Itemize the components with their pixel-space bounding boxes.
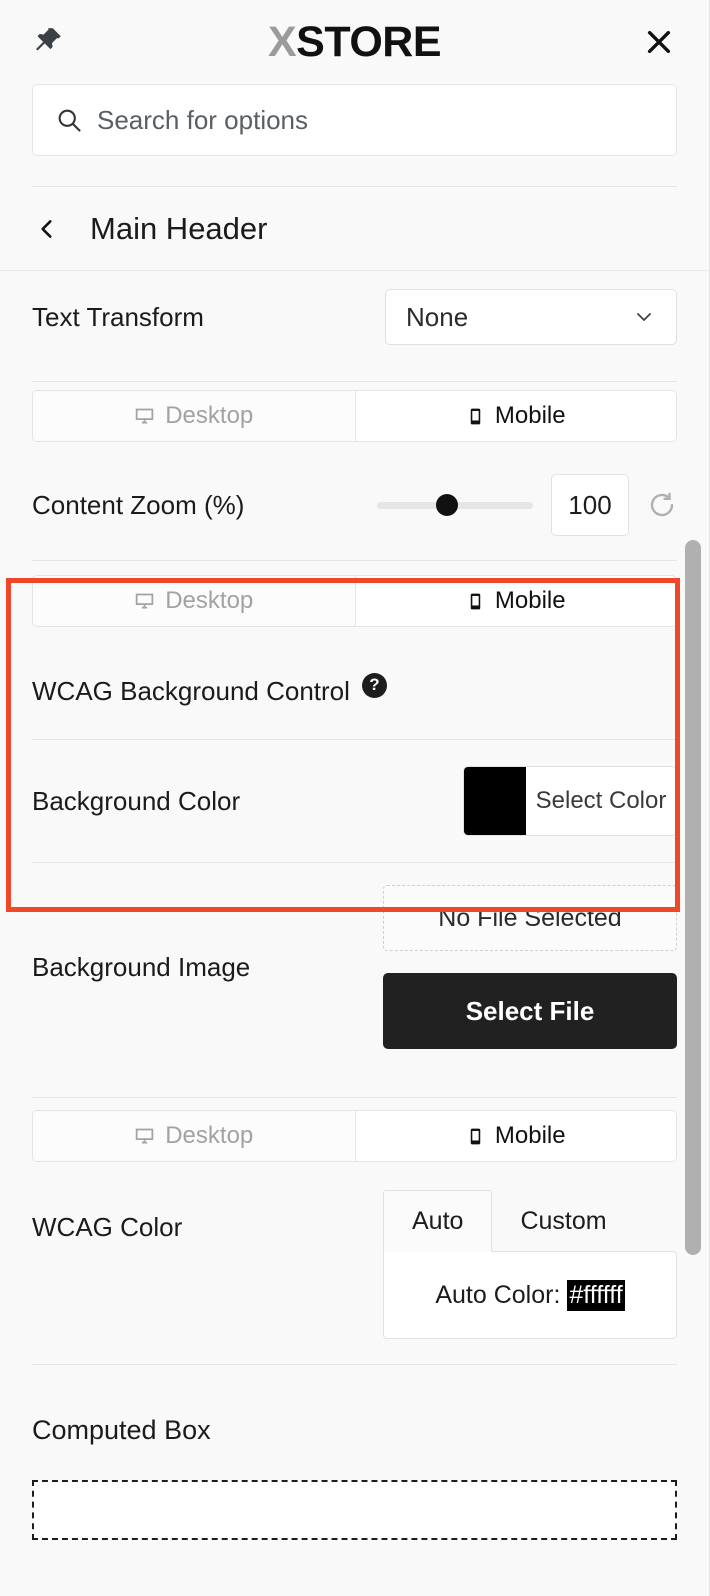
background-color-picker[interactable]: Select Color (463, 766, 677, 836)
slider-thumb[interactable] (436, 494, 459, 516)
content-zoom-control: 100 (377, 474, 677, 536)
mobile-icon (470, 593, 481, 609)
wcag-background-control-label: WCAG Background Control? (32, 672, 677, 707)
page-title: Main Header (90, 210, 268, 246)
search-area: Search for options (0, 84, 709, 187)
device-toggle-1: Desktop Mobile (32, 390, 677, 442)
pin-icon[interactable] (26, 21, 68, 63)
device-tab-desktop-label: Desktop (165, 587, 254, 614)
row-text-transform: Text Transform None (0, 271, 709, 357)
mobile-icon (470, 1128, 481, 1144)
device-toggle-3-wrap: Desktop Mobile (0, 1098, 709, 1174)
background-color-label: Background Color (32, 785, 241, 816)
scrollbar-thumb[interactable] (685, 540, 701, 1255)
brand-logo: XSTORE (0, 0, 709, 84)
device-tab-mobile[interactable]: Mobile (354, 391, 676, 441)
brand-store: STORE (296, 18, 442, 66)
chevron-down-icon (632, 305, 656, 329)
search-input[interactable]: Search for options (32, 84, 677, 156)
content-zoom-input[interactable]: 100 (551, 474, 629, 536)
device-tab-mobile-label: Mobile (494, 402, 566, 429)
wcag-color-label: WCAG Color (32, 1212, 183, 1242)
help-icon[interactable]: ? (361, 672, 387, 698)
panel-topbar: XSTORE (0, 0, 709, 84)
auto-color-prefix: Auto Color: (435, 1280, 561, 1309)
device-tab-mobile-label: Mobile (494, 587, 566, 614)
content-zoom-slider[interactable] (377, 494, 533, 516)
device-toggle-2-wrap: Desktop Mobile (0, 561, 709, 641)
text-transform-value: None (406, 301, 469, 332)
options-list: Text Transform None Desktop Mobile Conte… (0, 271, 709, 1540)
computed-box-section: Computed Box (0, 1365, 709, 1540)
search-placeholder: Search for options (97, 104, 309, 135)
row-background-color: Background Color Select Color (0, 740, 709, 862)
computed-box-label: Computed Box (32, 1415, 211, 1445)
mobile-icon (470, 408, 481, 424)
monitor-icon (135, 593, 154, 608)
content-zoom-label: Content Zoom (%) (32, 489, 245, 520)
tab-custom[interactable]: Custom (492, 1190, 634, 1252)
color-swatch[interactable] (464, 767, 526, 835)
row-content-zoom: Content Zoom (%) 100 (0, 450, 709, 560)
customizer-panel: XSTORE Search for options Main Header Te… (0, 0, 710, 1596)
auto-color-value: #ffffff (567, 1279, 625, 1311)
computed-box-diagram (32, 1480, 677, 1540)
wcag-color-control: Auto Custom Auto Color: #ffffff (383, 1190, 677, 1339)
tab-auto[interactable]: Auto (383, 1190, 493, 1252)
background-image-control: No File Selected Select File (383, 885, 677, 1049)
device-toggle-1-wrap: Desktop Mobile (0, 382, 709, 450)
chevron-left-icon[interactable] (34, 216, 60, 242)
close-icon[interactable] (637, 20, 681, 64)
text-transform-control: None (385, 289, 677, 345)
device-tab-desktop[interactable]: Desktop (33, 576, 355, 626)
text-transform-label: Text Transform (32, 301, 204, 332)
row-wcag-color: WCAG Color Auto Custom Auto Color: #ffff… (0, 1174, 709, 1364)
select-color-button[interactable]: Select Color (526, 767, 676, 835)
row-background-image: Background Image No File Selected Select… (0, 863, 709, 1071)
device-tab-desktop[interactable]: Desktop (33, 391, 355, 441)
select-file-button[interactable]: Select File (383, 973, 677, 1049)
section-header: Main Header (0, 187, 709, 271)
text-transform-select[interactable]: None (385, 289, 677, 345)
device-tab-mobile[interactable]: Mobile (354, 576, 676, 626)
background-color-control: Select Color (463, 766, 677, 836)
row-wcag-background-control: WCAG Background Control? (0, 641, 709, 739)
device-tab-desktop[interactable]: Desktop (33, 1111, 355, 1161)
monitor-icon (135, 1128, 154, 1143)
wcag-color-panel: Auto Color: #ffffff (383, 1251, 677, 1339)
reset-icon[interactable] (647, 490, 677, 520)
no-file-selected-placeholder: No File Selected (383, 885, 677, 951)
wcag-background-control-text: WCAG Background Control (32, 676, 350, 707)
brand-x: X (267, 18, 297, 66)
device-tab-mobile-label: Mobile (494, 1122, 566, 1149)
device-toggle-3: Desktop Mobile (32, 1110, 677, 1162)
monitor-icon (135, 408, 154, 423)
device-tab-mobile[interactable]: Mobile (354, 1111, 676, 1161)
device-toggle-2: Desktop Mobile (32, 575, 677, 627)
device-tab-desktop-label: Desktop (165, 402, 254, 429)
wcag-color-tabs: Auto Custom (383, 1190, 677, 1252)
search-icon (55, 106, 83, 134)
device-tab-desktop-label: Desktop (165, 1122, 254, 1149)
background-image-label: Background Image (32, 951, 251, 982)
